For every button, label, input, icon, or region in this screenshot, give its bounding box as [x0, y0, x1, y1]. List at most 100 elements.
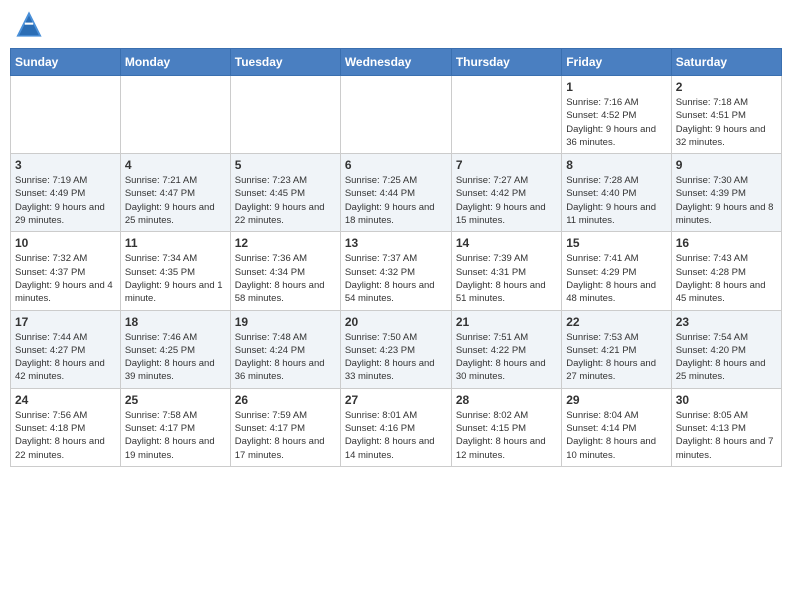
day-number: 22: [566, 315, 666, 329]
day-number: 14: [456, 236, 557, 250]
day-detail: Sunrise: 7:44 AM Sunset: 4:27 PM Dayligh…: [15, 331, 116, 384]
calendar: SundayMondayTuesdayWednesdayThursdayFrid…: [10, 48, 782, 467]
day-detail: Sunrise: 7:25 AM Sunset: 4:44 PM Dayligh…: [345, 174, 447, 227]
day-detail: Sunrise: 7:48 AM Sunset: 4:24 PM Dayligh…: [235, 331, 336, 384]
calendar-header-row: SundayMondayTuesdayWednesdayThursdayFrid…: [11, 49, 782, 76]
day-cell-2: 2Sunrise: 7:18 AM Sunset: 4:51 PM Daylig…: [671, 76, 781, 154]
day-detail: Sunrise: 7:46 AM Sunset: 4:25 PM Dayligh…: [125, 331, 226, 384]
day-number: 18: [125, 315, 226, 329]
week-row-1: 1 Sunrise: 7:16 AM Sunset: 4:52 PM Daylig…: [11, 76, 782, 154]
day-detail: Sunrise: 8:01 AM Sunset: 4:16 PM Dayligh…: [345, 409, 447, 462]
day-detail: Sunrise: 8:04 AM Sunset: 4:14 PM Dayligh…: [566, 409, 666, 462]
day-number: 30: [676, 393, 777, 407]
day-detail: Sunrise: 7:30 AM Sunset: 4:39 PM Dayligh…: [676, 174, 777, 227]
day-header-wednesday: Wednesday: [340, 49, 451, 76]
day-cell-15: 15 Sunrise: 7:41 AM Sunset: 4:29 PM Dayli…: [562, 232, 671, 310]
day-cell-8: 8 Sunrise: 7:28 AM Sunset: 4:40 PM Daylig…: [562, 154, 671, 232]
day-number: 5: [235, 158, 336, 172]
day-number: 23: [676, 315, 777, 329]
day-number: 8: [566, 158, 666, 172]
day-number: 29: [566, 393, 666, 407]
day-cell-20: 20Sunrise: 7:50 AM Sunset: 4:23 PM Dayli…: [340, 310, 451, 388]
day-detail: Sunrise: 7:37 AM Sunset: 4:32 PM Dayligh…: [345, 252, 447, 305]
week-row-4: 17 Sunrise: 7:44 AM Sunset: 4:27 PM Dayli…: [11, 310, 782, 388]
day-detail: Sunrise: 7:41 AM Sunset: 4:29 PM Dayligh…: [566, 252, 666, 305]
day-number: 21: [456, 315, 557, 329]
day-cell-1: 1 Sunrise: 7:16 AM Sunset: 4:52 PM Daylig…: [562, 76, 671, 154]
day-detail: Sunrise: 7:18 AM Sunset: 4:51 PM Dayligh…: [676, 96, 777, 149]
day-cell-14: 14Sunrise: 7:39 AM Sunset: 4:31 PM Dayli…: [451, 232, 561, 310]
day-cell-12: 12 Sunrise: 7:36 AM Sunset: 4:34 PM Dayli…: [230, 232, 340, 310]
day-detail: Sunrise: 7:27 AM Sunset: 4:42 PM Dayligh…: [456, 174, 557, 227]
logo: [15, 10, 47, 38]
week-row-3: 10 Sunrise: 7:32 AM Sunset: 4:37 PM Dayli…: [11, 232, 782, 310]
day-cell-6: 6 Sunrise: 7:25 AM Sunset: 4:44 PM Daylig…: [340, 154, 451, 232]
day-detail: Sunrise: 7:59 AM Sunset: 4:17 PM Dayligh…: [235, 409, 336, 462]
day-cell-7: 7 Sunrise: 7:27 AM Sunset: 4:42 PM Daylig…: [451, 154, 561, 232]
day-number: 11: [125, 236, 226, 250]
day-header-monday: Monday: [120, 49, 230, 76]
day-cell-19: 19 Sunrise: 7:48 AM Sunset: 4:24 PM Dayli…: [230, 310, 340, 388]
day-cell-30: 30 Sunrise: 8:05 AM Sunset: 4:13 PM Dayli…: [671, 388, 781, 466]
day-number: 27: [345, 393, 447, 407]
day-cell-16: 16 Sunrise: 7:43 AM Sunset: 4:28 PM Dayli…: [671, 232, 781, 310]
day-cell-29: 29 Sunrise: 8:04 AM Sunset: 4:14 PM Dayli…: [562, 388, 671, 466]
week-row-5: 24 Sunrise: 7:56 AM Sunset: 4:18 PM Dayli…: [11, 388, 782, 466]
day-number: 19: [235, 315, 336, 329]
day-cell-5: 5Sunrise: 7:23 AM Sunset: 4:45 PM Daylig…: [230, 154, 340, 232]
day-cell-27: 27 Sunrise: 8:01 AM Sunset: 4:16 PM Dayli…: [340, 388, 451, 466]
day-cell-25: 25 Sunrise: 7:58 AM Sunset: 4:17 PM Dayli…: [120, 388, 230, 466]
day-cell-11: 11 Sunrise: 7:34 AM Sunset: 4:35 PM Dayli…: [120, 232, 230, 310]
day-cell-18: 18 Sunrise: 7:46 AM Sunset: 4:25 PM Dayli…: [120, 310, 230, 388]
day-cell-9: 9 Sunrise: 7:30 AM Sunset: 4:39 PM Daylig…: [671, 154, 781, 232]
day-detail: Sunrise: 7:16 AM Sunset: 4:52 PM Dayligh…: [566, 96, 666, 149]
empty-cell: [11, 76, 121, 154]
day-number: 7: [456, 158, 557, 172]
day-cell-22: 22Sunrise: 7:53 AM Sunset: 4:21 PM Dayli…: [562, 310, 671, 388]
day-header-saturday: Saturday: [671, 49, 781, 76]
day-number: 6: [345, 158, 447, 172]
day-number: 26: [235, 393, 336, 407]
day-cell-28: 28Sunrise: 8:02 AM Sunset: 4:15 PM Dayli…: [451, 388, 561, 466]
day-number: 24: [15, 393, 116, 407]
day-cell-13: 13 Sunrise: 7:37 AM Sunset: 4:32 PM Dayli…: [340, 232, 451, 310]
day-header-thursday: Thursday: [451, 49, 561, 76]
day-number: 25: [125, 393, 226, 407]
day-detail: Sunrise: 8:05 AM Sunset: 4:13 PM Dayligh…: [676, 409, 777, 462]
day-cell-17: 17 Sunrise: 7:44 AM Sunset: 4:27 PM Dayli…: [11, 310, 121, 388]
day-detail: Sunrise: 7:28 AM Sunset: 4:40 PM Dayligh…: [566, 174, 666, 227]
day-detail: Sunrise: 8:02 AM Sunset: 4:15 PM Dayligh…: [456, 409, 557, 462]
day-detail: Sunrise: 7:34 AM Sunset: 4:35 PM Dayligh…: [125, 252, 226, 305]
day-cell-24: 24 Sunrise: 7:56 AM Sunset: 4:18 PM Dayli…: [11, 388, 121, 466]
day-number: 4: [125, 158, 226, 172]
day-number: 3: [15, 158, 116, 172]
day-number: 20: [345, 315, 447, 329]
day-cell-4: 4 Sunrise: 7:21 AM Sunset: 4:47 PM Daylig…: [120, 154, 230, 232]
day-number: 12: [235, 236, 336, 250]
day-number: 9: [676, 158, 777, 172]
day-number: 17: [15, 315, 116, 329]
day-detail: Sunrise: 7:56 AM Sunset: 4:18 PM Dayligh…: [15, 409, 116, 462]
day-detail: Sunrise: 7:43 AM Sunset: 4:28 PM Dayligh…: [676, 252, 777, 305]
day-cell-26: 26 Sunrise: 7:59 AM Sunset: 4:17 PM Dayli…: [230, 388, 340, 466]
day-number: 16: [676, 236, 777, 250]
day-cell-23: 23Sunrise: 7:54 AM Sunset: 4:20 PM Dayli…: [671, 310, 781, 388]
day-cell-21: 21Sunrise: 7:51 AM Sunset: 4:22 PM Dayli…: [451, 310, 561, 388]
day-cell-3: 3 Sunrise: 7:19 AM Sunset: 4:49 PM Daylig…: [11, 154, 121, 232]
day-detail: Sunrise: 7:19 AM Sunset: 4:49 PM Dayligh…: [15, 174, 116, 227]
day-detail: Sunrise: 7:58 AM Sunset: 4:17 PM Dayligh…: [125, 409, 226, 462]
day-header-tuesday: Tuesday: [230, 49, 340, 76]
day-number: 10: [15, 236, 116, 250]
day-detail: Sunrise: 7:36 AM Sunset: 4:34 PM Dayligh…: [235, 252, 336, 305]
day-detail: Sunrise: 7:32 AM Sunset: 4:37 PM Dayligh…: [15, 252, 116, 305]
week-row-2: 3 Sunrise: 7:19 AM Sunset: 4:49 PM Daylig…: [11, 154, 782, 232]
logo-icon: [15, 10, 43, 38]
day-number: 13: [345, 236, 447, 250]
day-detail: Sunrise: 7:21 AM Sunset: 4:47 PM Dayligh…: [125, 174, 226, 227]
day-number: 1: [566, 80, 666, 94]
day-cell-10: 10 Sunrise: 7:32 AM Sunset: 4:37 PM Dayli…: [11, 232, 121, 310]
empty-cell: [340, 76, 451, 154]
day-number: 15: [566, 236, 666, 250]
empty-cell: [451, 76, 561, 154]
day-header-friday: Friday: [562, 49, 671, 76]
